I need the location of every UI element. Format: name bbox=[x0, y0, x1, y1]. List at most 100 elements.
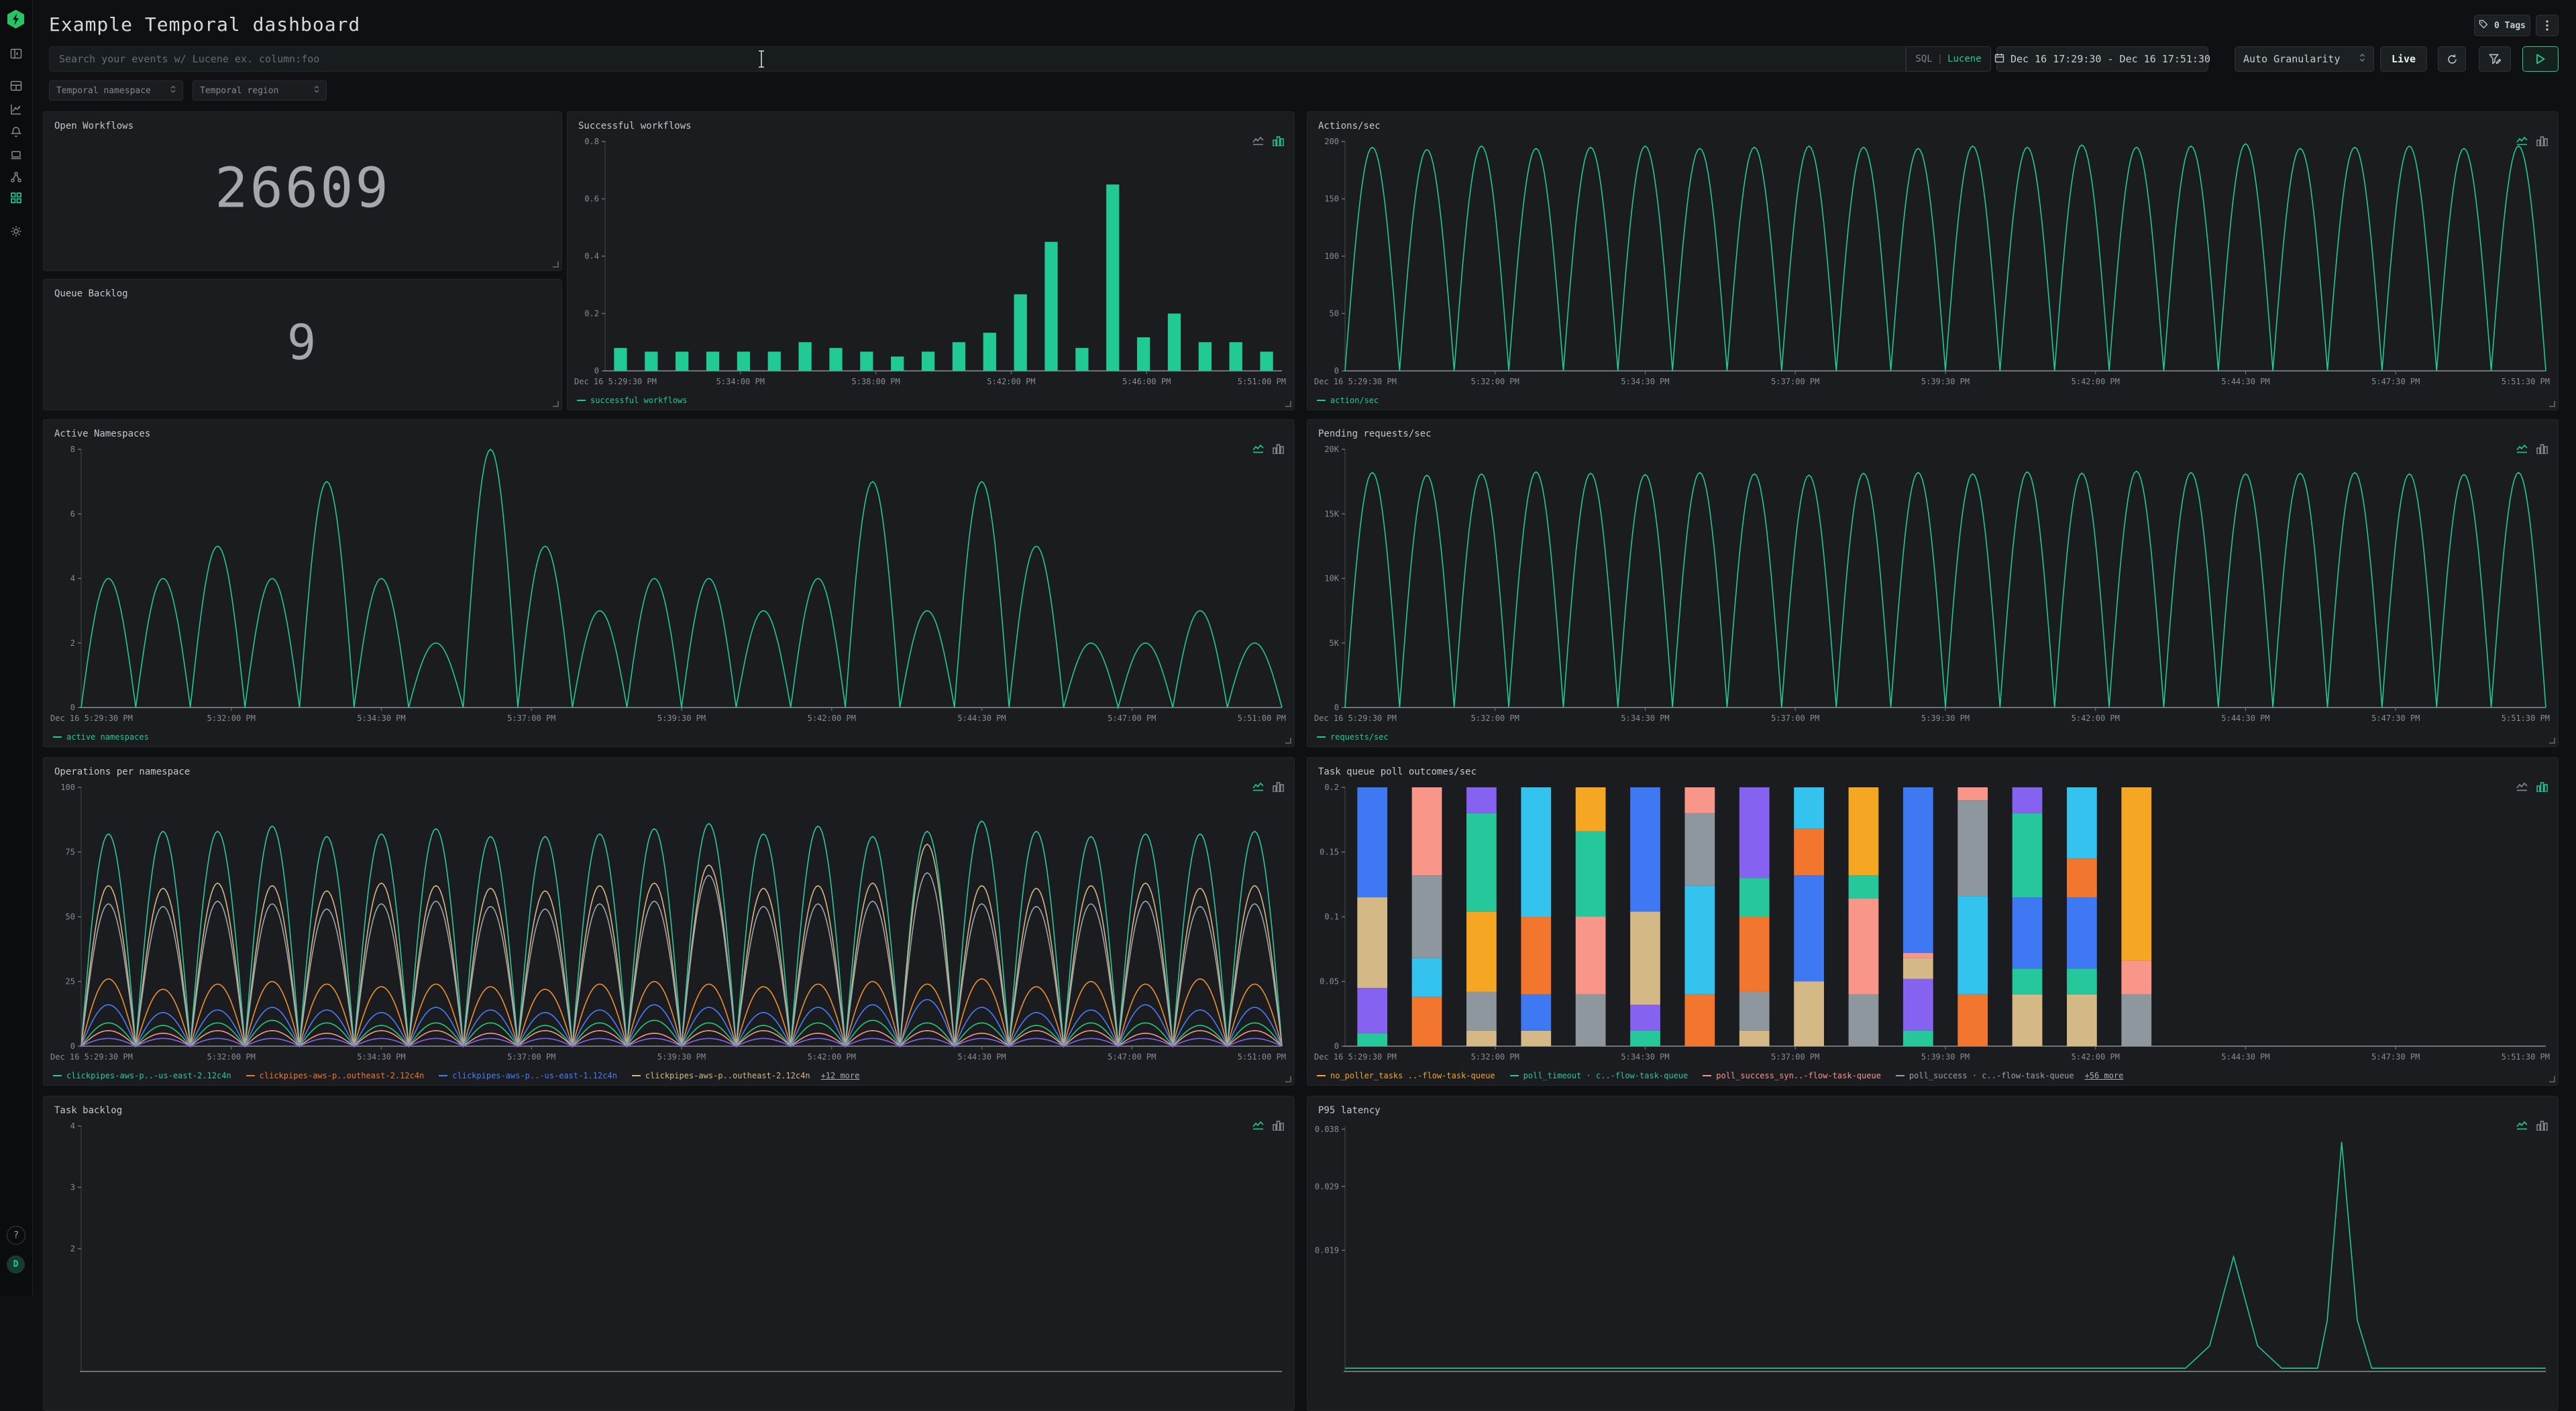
svg-text:5:34:30 PM: 5:34:30 PM bbox=[357, 1052, 405, 1062]
line-view-icon[interactable] bbox=[1252, 1121, 1265, 1131]
bar-view-icon[interactable] bbox=[2536, 136, 2548, 146]
query-mode-toggle[interactable]: SQL | Lucene bbox=[1906, 46, 1991, 72]
alerts-bell-icon[interactable] bbox=[9, 125, 23, 139]
dashboards-icon[interactable] bbox=[9, 79, 23, 93]
granularity-select[interactable]: Auto Granularity bbox=[2235, 46, 2374, 72]
legend-item[interactable]: clickpipes-aws-p..-us-east-2.12c4n bbox=[53, 1071, 231, 1080]
panel-title: P95 latency bbox=[1318, 1105, 1381, 1116]
svg-text:5:44:30 PM: 5:44:30 PM bbox=[2221, 377, 2269, 386]
svg-text:5:42:00 PM: 5:42:00 PM bbox=[808, 1052, 856, 1062]
svg-text:Dec 16 5:29:30 PM: Dec 16 5:29:30 PM bbox=[50, 714, 133, 723]
bar-view-icon[interactable] bbox=[1273, 444, 1285, 454]
live-button[interactable]: Live bbox=[2380, 46, 2427, 72]
svg-text:5:44:30 PM: 5:44:30 PM bbox=[957, 1052, 1006, 1062]
refresh-button[interactable] bbox=[2438, 46, 2466, 72]
svg-text:100: 100 bbox=[60, 783, 75, 792]
mode-lucene[interactable]: Lucene bbox=[1947, 54, 1982, 64]
resize-handle[interactable] bbox=[2549, 738, 2555, 744]
svg-text:0: 0 bbox=[1334, 1041, 1339, 1051]
pending-requests-chart[interactable]: 05K10K15K20KDec 16 5:29:30 PM5:32:00 PM5… bbox=[1313, 443, 2551, 726]
svg-text:5:51:30 PM: 5:51:30 PM bbox=[2502, 377, 2550, 386]
legend-more-link[interactable]: +56 more bbox=[2085, 1071, 2124, 1080]
more-menu-button[interactable] bbox=[2536, 15, 2559, 36]
resize-handle[interactable] bbox=[1285, 738, 1291, 744]
legend-swatch bbox=[1896, 1075, 1904, 1076]
legend-item[interactable]: action/sec bbox=[1317, 396, 1379, 405]
line-view-icon[interactable] bbox=[1252, 444, 1265, 454]
tags-button[interactable]: 0 Tags bbox=[2474, 15, 2530, 36]
svg-text:5:46:00 PM: 5:46:00 PM bbox=[1122, 377, 1171, 386]
bar-view-icon[interactable] bbox=[2536, 444, 2548, 454]
filter-temporal-region[interactable]: Temporal region bbox=[193, 80, 327, 101]
active-namespaces-chart[interactable]: 02468Dec 16 5:29:30 PM5:32:00 PM5:34:30 … bbox=[49, 443, 1287, 726]
legend-item[interactable]: successful workflows bbox=[577, 396, 688, 405]
successful-workflows-chart[interactable]: 00.20.40.60.8Dec 16 5:29:30 PM5:34:00 PM… bbox=[573, 135, 1287, 390]
legend-swatch bbox=[1703, 1075, 1711, 1076]
charts-icon[interactable] bbox=[9, 103, 23, 116]
panel-title: Actions/sec bbox=[1318, 121, 1381, 131]
bar-view-icon[interactable] bbox=[2536, 782, 2548, 792]
run-query-button[interactable] bbox=[2522, 46, 2559, 72]
settings-gear-icon[interactable] bbox=[9, 225, 23, 238]
panel-queue-backlog: Queue Backlog 9 bbox=[43, 279, 562, 410]
sidebar: ? D bbox=[0, 0, 33, 1296]
line-view-icon[interactable] bbox=[2516, 136, 2528, 146]
legend-item[interactable]: poll_timeout · c..-flow-task-queue bbox=[1510, 1071, 1688, 1080]
connections-icon[interactable] bbox=[9, 170, 23, 184]
legend-item[interactable]: requests/sec bbox=[1317, 732, 1389, 742]
line-view-icon[interactable] bbox=[2516, 782, 2528, 792]
collapse-sidebar-icon[interactable] bbox=[9, 47, 23, 60]
line-view-icon[interactable] bbox=[2516, 444, 2528, 454]
operations-per-namespace-chart[interactable]: 0255075100Dec 16 5:29:30 PM5:32:00 PM5:3… bbox=[49, 781, 1287, 1065]
svg-text:5:37:00 PM: 5:37:00 PM bbox=[1771, 377, 1819, 386]
search-input[interactable] bbox=[50, 53, 1905, 65]
resize-handle[interactable] bbox=[1285, 1076, 1291, 1082]
legend-item[interactable]: no_poller_tasks ..-flow-task-queue bbox=[1317, 1071, 1495, 1080]
resize-handle[interactable] bbox=[553, 262, 559, 268]
bar-view-icon[interactable] bbox=[1273, 1121, 1285, 1131]
resize-handle[interactable] bbox=[1285, 401, 1291, 407]
legend-item[interactable]: clickpipes-aws-p..-us-east-1.12c4n bbox=[439, 1071, 617, 1080]
help-button[interactable]: ? bbox=[7, 1226, 25, 1245]
task-backlog-chart[interactable]: 234 bbox=[49, 1119, 1287, 1390]
legend-item[interactable]: poll_success_syn..-flow-task-queue bbox=[1703, 1071, 1881, 1080]
page-title: Example Temporal dashboard bbox=[49, 13, 360, 36]
svg-text:5:34:30 PM: 5:34:30 PM bbox=[1621, 714, 1669, 723]
user-avatar[interactable]: D bbox=[7, 1255, 25, 1274]
filter-edit-button[interactable] bbox=[2479, 46, 2511, 72]
filter-temporal-namespace[interactable]: Temporal namespace bbox=[49, 80, 183, 101]
app-logo-icon[interactable] bbox=[7, 9, 25, 29]
svg-text:5:39:30 PM: 5:39:30 PM bbox=[657, 714, 706, 723]
svg-text:5:37:00 PM: 5:37:00 PM bbox=[1771, 1052, 1819, 1062]
line-view-icon[interactable] bbox=[2516, 1121, 2528, 1131]
svg-text:25: 25 bbox=[66, 977, 75, 986]
date-range-button[interactable]: Dec 16 17:29:30 - Dec 16 17:51:30 bbox=[1996, 46, 2208, 72]
svg-text:4: 4 bbox=[70, 574, 75, 583]
svg-text:0.029: 0.029 bbox=[1315, 1182, 1339, 1191]
line-view-icon[interactable] bbox=[1252, 136, 1265, 146]
svg-text:5:34:30 PM: 5:34:30 PM bbox=[357, 714, 405, 723]
svg-text:15K: 15K bbox=[1324, 509, 1339, 518]
p95-latency-chart[interactable]: 0.0190.0290.038 bbox=[1313, 1119, 2551, 1390]
bar-view-icon[interactable] bbox=[1273, 782, 1285, 792]
task-queue-poll-chart[interactable]: 00.050.10.150.2Dec 16 5:29:30 PM5:32:00 … bbox=[1313, 781, 2551, 1065]
legend-item[interactable]: active namespaces bbox=[53, 732, 149, 742]
bar-view-icon[interactable] bbox=[1273, 136, 1285, 146]
resize-handle[interactable] bbox=[2549, 401, 2555, 407]
line-view-icon[interactable] bbox=[1252, 782, 1265, 792]
mode-sql[interactable]: SQL bbox=[1915, 54, 1932, 64]
actions-sec-chart[interactable]: 050100150200Dec 16 5:29:30 PM5:32:00 PM5… bbox=[1313, 135, 2551, 390]
tag-icon bbox=[2479, 19, 2488, 32]
svg-text:5:34:00 PM: 5:34:00 PM bbox=[716, 377, 765, 386]
legend-item[interactable]: poll_success · c..-flow-task-queue bbox=[1896, 1071, 2074, 1080]
legend-item[interactable]: clickpipes-aws-p..outheast-2.12c4n bbox=[246, 1071, 425, 1080]
legend-item[interactable]: clickpipes-aws-p..outheast-2.12c4n bbox=[632, 1071, 810, 1080]
svg-text:200: 200 bbox=[1324, 137, 1339, 146]
resize-handle[interactable] bbox=[553, 401, 559, 407]
legend-more-link[interactable]: +12 more bbox=[821, 1071, 860, 1080]
screens-icon[interactable] bbox=[9, 148, 23, 162]
apps-grid-icon[interactable] bbox=[9, 191, 23, 205]
bar-view-icon[interactable] bbox=[2536, 1121, 2548, 1131]
resize-handle[interactable] bbox=[2549, 1076, 2555, 1082]
svg-text:0.05: 0.05 bbox=[1320, 977, 1339, 986]
